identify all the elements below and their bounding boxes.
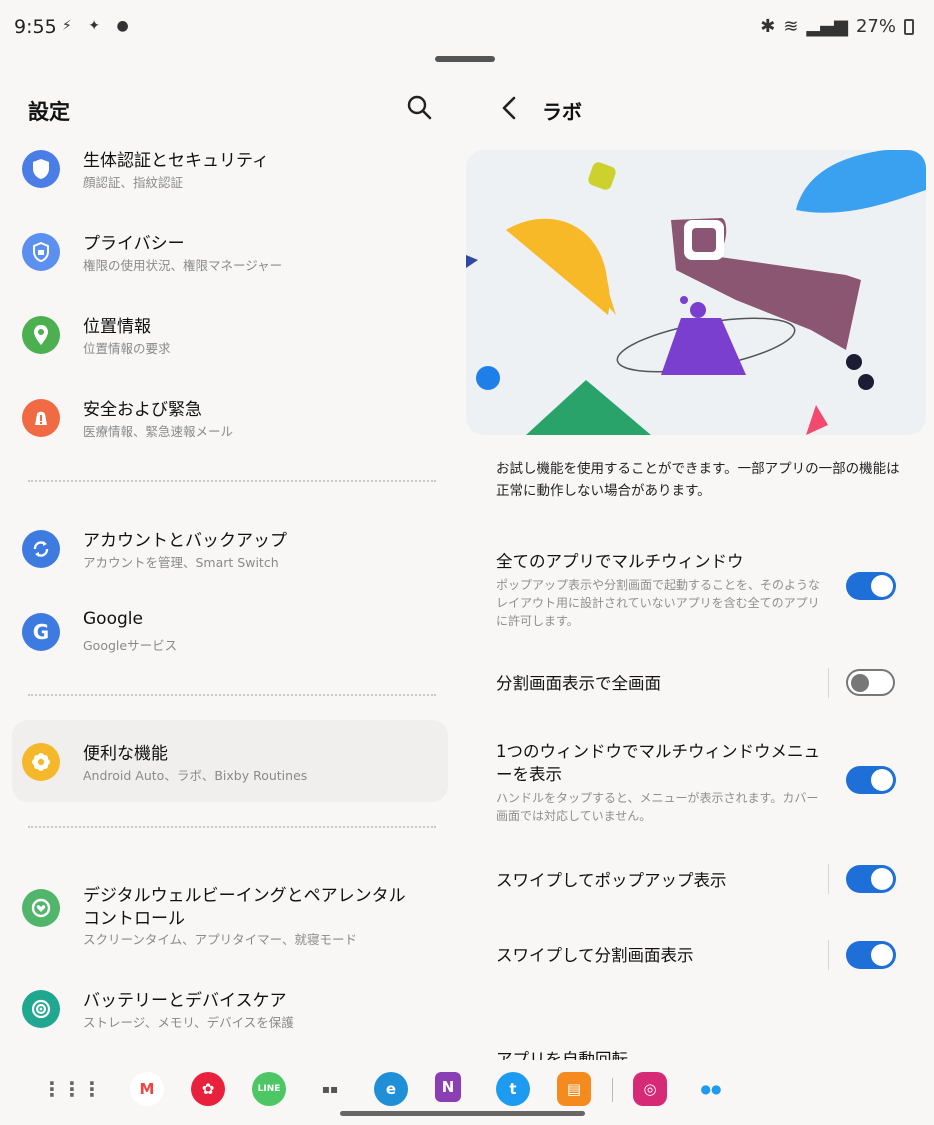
divider — [28, 826, 436, 828]
option-title: スワイプしてポップアップ表示 — [496, 871, 727, 890]
divider — [828, 864, 829, 894]
divider — [828, 668, 829, 698]
divider — [28, 694, 436, 696]
toggle-knob — [851, 673, 869, 692]
gear-flower-icon — [22, 743, 60, 781]
settings-item-digital-wellbeing[interactable]: デジタルウェルビーイングとペアレンタル コントロール スクリーンタイム、アプリタ… — [0, 885, 462, 985]
gmail-icon[interactable]: M — [130, 1072, 164, 1106]
device-care-icon — [22, 990, 60, 1028]
wellbeing-icon — [22, 889, 60, 927]
labs-panel: ラボ お試し機能を使用することができます。一部アプリの一部の機能は正常に動作しな… — [462, 80, 934, 1060]
taskbar: ⋮⋮⋮ M ✿ LINE ▪▪ e N t ▤ ◎ ●● — [0, 1060, 934, 1125]
line-icon[interactable]: LINE — [252, 1072, 286, 1106]
edge-icon[interactable]: e — [374, 1072, 408, 1106]
option-title: 分割画面表示で全画面 — [496, 674, 661, 693]
apps-grid-icon[interactable]: ⋮⋮⋮ — [42, 1072, 102, 1106]
settings-panel: 設定 生体認証とセキュリティ 顔認証、指紋認証 プライバシー 権限の使用状況、権… — [0, 80, 462, 1060]
page-title: ラボ — [542, 100, 582, 124]
item-subtitle: 位置情報の要求 — [83, 341, 171, 356]
settings-item-google[interactable]: G Google Googleサービス — [0, 609, 462, 691]
emergency-icon — [22, 399, 60, 437]
dock-separator — [612, 1078, 613, 1102]
signal-icon: ▂▄▆ — [806, 16, 848, 37]
shield-icon — [22, 150, 60, 188]
settings-item-location[interactable]: 位置情報 位置情報の要求 — [0, 316, 462, 394]
google-icon: G — [22, 613, 60, 651]
page-title: 設定 — [28, 100, 70, 124]
search-icon — [407, 95, 432, 120]
item-subtitle: 医療情報、緊急速報メール — [83, 424, 234, 439]
item-title: 安全および緊急 — [83, 400, 202, 420]
back-button[interactable] — [494, 92, 526, 124]
onenote-icon[interactable]: N — [435, 1072, 461, 1102]
labs-description: お試し機能を使用することができます。一部アプリの一部の機能は正常に動作しない場合… — [496, 461, 900, 499]
toggle-switch[interactable] — [846, 572, 896, 600]
wifi-icon: ≋ — [783, 16, 799, 37]
status-bar: 9:55 ⚡ ✦ ● ✱ ≋ ▂▄▆ 27% — [0, 0, 934, 56]
toggle-switch[interactable] — [846, 941, 896, 969]
item-subtitle: 権限の使用状況、権限マネージャー — [83, 258, 283, 273]
twitter-icon[interactable]: t — [496, 1072, 530, 1106]
system-icons: ✱ ≋ ▂▄▆ 27% — [760, 16, 914, 37]
clock: 9:55 — [14, 16, 57, 38]
home-gesture-bar[interactable] — [340, 1111, 585, 1116]
option-title: 全てのアプリでマルチウィンドウ — [496, 552, 744, 571]
settings-item-battery-device-care[interactable]: バッテリーとデバイスケア ストレージ、メモリ、デバイスを保護 — [0, 990, 462, 1068]
divider — [28, 480, 436, 482]
toggle-knob — [871, 944, 893, 966]
battery-icon — [904, 18, 914, 35]
item-title: デジタルウェルビーイングとペアレンタル — [83, 886, 406, 906]
item-title: 位置情報 — [83, 317, 151, 337]
battery-percent: 27% — [855, 16, 896, 37]
settings-item-accounts[interactable]: アカウントとバックアップ アカウントを管理、Smart Switch — [0, 530, 462, 608]
settings-item-biometrics[interactable]: 生体認証とセキュリティ 顔認証、指紋認証 — [0, 150, 462, 228]
settings-item-advanced-features[interactable]: 便利な機能 Android Auto、ラボ、Bixby Routines — [0, 743, 462, 821]
search-button[interactable] — [404, 92, 436, 124]
settings-item-privacy[interactable]: プライバシー 権限の使用状況、権限マネージャー — [0, 233, 462, 311]
toggle-knob — [871, 868, 893, 890]
labs-illustration — [466, 150, 926, 435]
location-pin-icon — [22, 316, 60, 354]
privacy-shield-icon — [22, 233, 60, 271]
toggle-knob — [871, 769, 893, 791]
item-subtitle: スクリーンタイム、アプリタイマー、就寝モード — [83, 932, 358, 947]
toggle-switch[interactable] — [846, 669, 895, 696]
item-title: バッテリーとデバイスケア — [83, 991, 287, 1011]
item-title-line2: コントロール — [83, 909, 185, 929]
item-title: 生体認証とセキュリティ — [83, 151, 269, 171]
option-subtitle: ポップアップ表示や分割画面で起動することを、そのようなレイアウト用に設計されてい… — [496, 578, 821, 628]
folder-icon[interactable]: ▪▪ — [313, 1072, 347, 1106]
item-subtitle: アカウントを管理、Smart Switch — [83, 555, 279, 570]
instagram-icon[interactable]: ◎ — [633, 1072, 667, 1106]
item-subtitle: Googleサービス — [83, 638, 178, 653]
toggle-switch[interactable] — [846, 865, 896, 893]
option-title: 1つのウィンドウでマルチウィンドウメニューを表示 — [496, 742, 820, 784]
item-subtitle: 顔認証、指紋認証 — [83, 175, 184, 190]
split-handle[interactable] — [435, 56, 495, 62]
item-title: アカウントとバックアップ — [83, 531, 287, 551]
divider — [828, 940, 829, 970]
toggle-switch[interactable] — [846, 766, 896, 794]
item-title: プライバシー — [83, 234, 185, 254]
back-arrow-icon — [502, 96, 516, 120]
folder2-icon[interactable]: ●● — [694, 1072, 728, 1106]
option-title: スワイプして分割画面表示 — [496, 946, 694, 965]
toggle-knob — [871, 575, 893, 597]
bluetooth-icon: ✱ — [760, 16, 776, 37]
item-subtitle: ストレージ、メモリ、デバイスを保護 — [83, 1015, 294, 1030]
option-auto-rotate-partial[interactable]: アプリを自動回転 — [496, 1046, 628, 1060]
item-subtitle: Android Auto、ラボ、Bixby Routines — [83, 768, 308, 783]
item-title: Google — [83, 609, 143, 629]
option-subtitle: ハンドルをタップすると、メニューが表示されます。カバー画面では対応していません。 — [496, 791, 819, 823]
item-title: 便利な機能 — [83, 744, 168, 764]
sync-icon — [22, 530, 60, 568]
notification-icons: ⚡ ✦ ● — [62, 18, 135, 34]
notes-icon[interactable]: ▤ — [557, 1072, 591, 1106]
bouquet-icon[interactable]: ✿ — [191, 1072, 225, 1106]
settings-item-safety[interactable]: 安全および緊急 医療情報、緊急速報メール — [0, 399, 462, 477]
